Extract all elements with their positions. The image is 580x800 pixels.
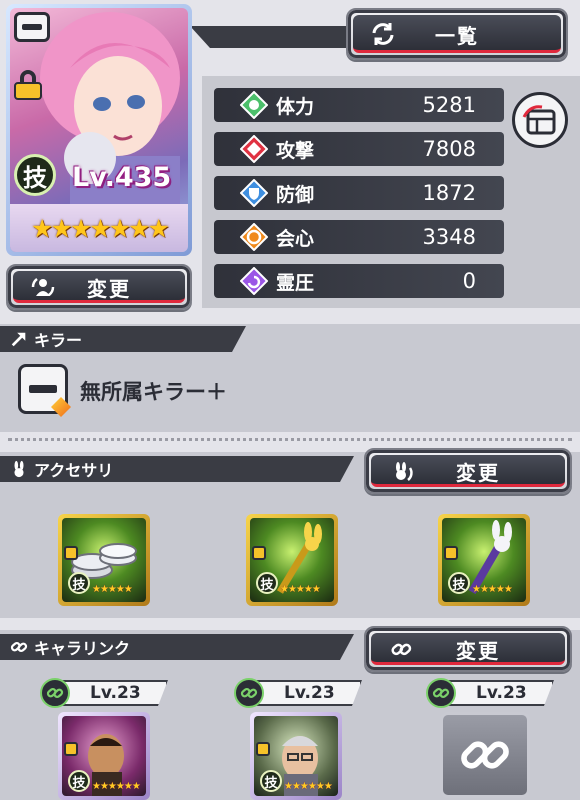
stat-row-critical: 会心 3348 — [214, 220, 504, 254]
accessory-item-purple-wand[interactable]: 技 ★★★★★ — [438, 514, 530, 606]
killer-arrow-icon — [10, 330, 28, 348]
link-icon — [10, 638, 28, 656]
stat-row-spirit: 霊圧 0 — [214, 264, 504, 298]
stat-value: 5281 — [422, 93, 476, 117]
item-stars: ★★★★★ — [92, 584, 133, 595]
stat-value: 7808 — [422, 137, 476, 161]
unaffiliated-killer-icon — [18, 364, 71, 417]
stat-name: 体力 — [276, 95, 315, 118]
link-chain-icon — [426, 678, 456, 708]
accessory-change-button[interactable]: 変更 — [364, 448, 572, 494]
character-change-label: 変更 — [87, 276, 131, 301]
list-button-label: 一覧 — [435, 23, 479, 48]
lock-icon — [64, 546, 78, 560]
item-stars: ★★★★★★ — [92, 781, 141, 792]
spirit-icon — [240, 267, 268, 295]
skill-badge: 技 — [448, 572, 470, 594]
chara-link-change-label: 変更 — [456, 638, 500, 663]
attribute-badge — [14, 12, 50, 42]
lock-icon[interactable] — [14, 70, 42, 100]
stat-name: 攻撃 — [276, 139, 315, 162]
character-level: Lv.435 — [72, 162, 172, 193]
stat-value: 0 — [462, 269, 476, 293]
skill-badge: 技 — [14, 154, 56, 196]
chara-link-section-title: キャラリンク — [34, 639, 131, 658]
killer-section-title: キラー — [34, 331, 83, 350]
link-slot-2[interactable]: 技 ★★★★★★ — [250, 712, 342, 800]
link-chain-icon — [234, 678, 264, 708]
list-button[interactable]: 一覧 — [346, 8, 568, 60]
rarity-star-glyphs: ★★★★★★★ — [31, 213, 170, 243]
accessory-change-label: 変更 — [456, 460, 500, 485]
item-stars: ★★★★★★ — [284, 781, 333, 792]
accessory-rabbit-icon — [10, 460, 28, 478]
stat-value: 1872 — [422, 181, 476, 205]
lock-icon — [64, 742, 78, 756]
link-slot-1[interactable]: 技 ★★★★★★ — [58, 712, 150, 800]
chara-link-change-button[interactable]: 変更 — [364, 626, 572, 672]
stat-row-attack: 攻撃 7808 — [214, 132, 504, 166]
hp-icon — [240, 91, 268, 119]
chara-link-header: キャラリンク — [0, 634, 354, 660]
skill-badge: 技 — [260, 770, 282, 792]
skill-badge: 技 — [68, 572, 90, 594]
lock-icon — [252, 546, 266, 560]
defense-icon — [240, 179, 268, 207]
item-stars: ★★★★★ — [280, 584, 321, 595]
stat-detail-button[interactable] — [512, 92, 568, 148]
chain-link-icon — [461, 741, 509, 769]
skill-badge: 技 — [68, 770, 90, 792]
stat-name: 霊圧 — [276, 271, 315, 294]
killer-item[interactable]: 無所属キラー＋ — [18, 362, 318, 418]
stat-name: 防御 — [276, 183, 315, 206]
section-divider — [8, 438, 572, 441]
stat-name: 会心 — [276, 227, 315, 250]
character-card[interactable]: 技 Lv.435 ★★★★★★★ — [6, 4, 192, 256]
critical-icon — [240, 223, 268, 251]
stat-sheet-icon — [522, 105, 556, 135]
lock-icon — [444, 546, 458, 560]
attack-icon — [240, 135, 268, 163]
rarity-stars: ★★★★★★★ — [10, 204, 188, 252]
accessory-header: アクセサリ — [0, 456, 354, 482]
link-chain-icon — [40, 678, 70, 708]
skill-badge: 技 — [256, 572, 278, 594]
lock-icon — [256, 742, 270, 756]
accessory-item-coins[interactable]: 技 ★★★★★ — [58, 514, 150, 606]
item-stars: ★★★★★ — [472, 584, 513, 595]
accessory-section-title: アクセサリ — [34, 461, 114, 480]
stat-value: 3348 — [422, 225, 476, 249]
character-change-button[interactable]: 変更 — [6, 264, 192, 310]
stat-row-defense: 防御 1872 — [214, 176, 504, 210]
killer-item-label: 無所属キラー＋ — [80, 380, 227, 404]
accessory-item-gold-wand[interactable]: 技 ★★★★★ — [246, 514, 338, 606]
stat-row-hp: 体力 5281 — [214, 88, 504, 122]
killer-header: キラー — [0, 326, 246, 352]
link-slot-3-empty[interactable] — [440, 712, 530, 798]
